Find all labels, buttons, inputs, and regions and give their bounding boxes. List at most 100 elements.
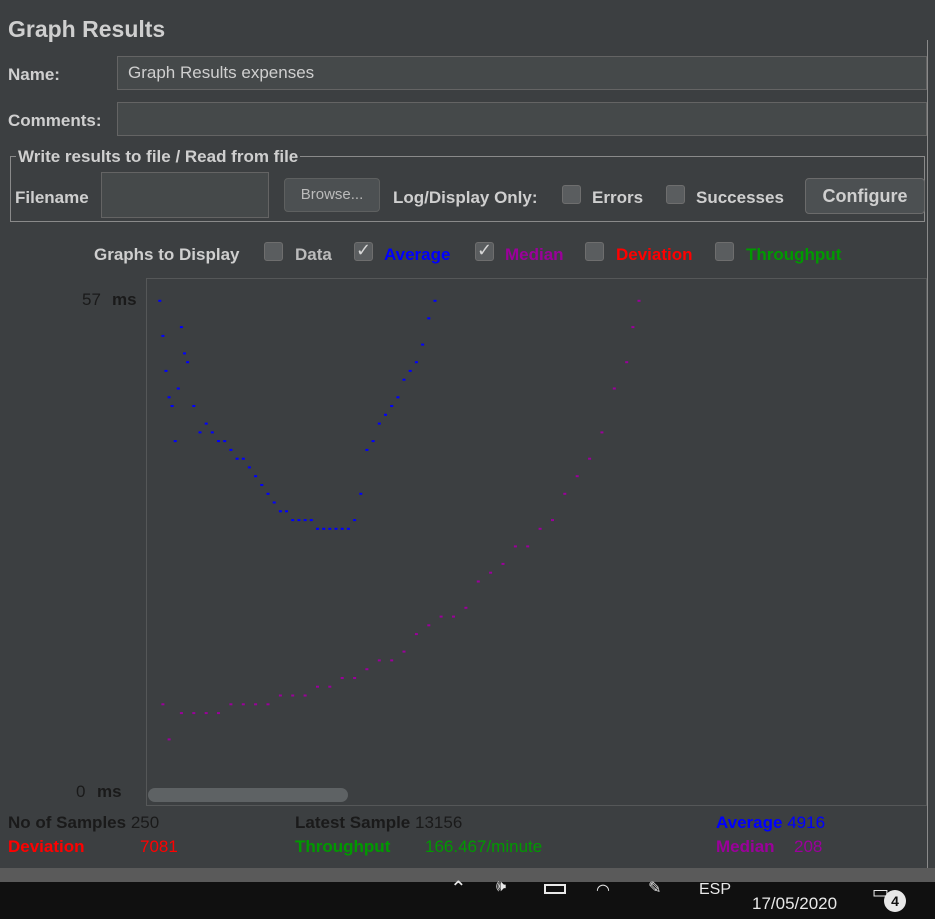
errors-label: Errors (592, 188, 644, 207)
speaker-icon[interactable]: 🕪 (496, 878, 506, 896)
chart-point-median-14 (328, 685, 332, 688)
battery-icon[interactable] (544, 884, 566, 894)
errors-checkbox[interactable] (562, 185, 581, 204)
chart-point-median-20 (402, 650, 406, 653)
comments-label: Comments: (8, 111, 102, 130)
throughput-checkbox[interactable] (715, 242, 734, 261)
chart-point-median-26 (476, 580, 480, 583)
chart-point-average-3 (167, 396, 171, 399)
chart-point-average-29 (309, 519, 313, 522)
chart-point-average-10 (192, 405, 196, 407)
language-indicator[interactable]: ESP (699, 881, 731, 899)
chart-point-median-33 (563, 492, 567, 495)
chart-point-average-32 (328, 527, 332, 530)
chart-point-average-7 (179, 326, 183, 329)
clock-date[interactable]: 17/05/2020 (752, 894, 837, 914)
deviation-legend-label: Deviation (616, 245, 693, 264)
chart-point-average-36 (353, 519, 357, 522)
average-legend-label: Average (384, 245, 451, 264)
chart-point-median-27 (489, 571, 493, 574)
chart-point-median-30 (526, 545, 530, 548)
chart-point-median-4 (204, 712, 208, 715)
chart-point-average-18 (241, 457, 245, 460)
samples-label: No of Samples (8, 813, 127, 832)
deviation-stat: Deviation 7081 (8, 837, 178, 857)
chart-point-average-48 (427, 317, 431, 320)
chart-point-median-1 (167, 738, 171, 741)
chart-point-average-13 (210, 431, 214, 434)
average-stat-label: Average (716, 813, 783, 832)
browse-button[interactable]: Browse... (284, 178, 380, 212)
chart-point-average-11 (198, 431, 202, 434)
samples-value: 250 (130, 813, 160, 832)
vertical-scrollbar[interactable] (927, 40, 935, 870)
chart-point-average-12 (204, 422, 208, 425)
comments-input[interactable] (117, 102, 927, 136)
median-checkbox[interactable]: ✓ (475, 241, 494, 261)
chart-point-median-10 (278, 694, 282, 697)
chart-point-median-3 (192, 712, 196, 715)
chart-point-median-36 (600, 431, 604, 434)
chart-point-average-47 (421, 343, 425, 346)
average-checkbox[interactable]: ✓ (354, 241, 373, 261)
chart-point-average-40 (377, 422, 381, 425)
chart-point-median-22 (427, 624, 431, 627)
chart-point-median-18 (377, 659, 381, 662)
chart-point-median-5 (217, 712, 220, 715)
chart-point-median-32 (551, 519, 554, 522)
chart-point-median-24 (452, 615, 455, 618)
successes-checkbox[interactable] (666, 185, 685, 204)
throughput-stat-label: Throughput (295, 837, 391, 856)
chart-point-median-25 (464, 606, 468, 609)
deviation-stat-value: 7081 (140, 837, 178, 856)
chart-point-median-15 (340, 677, 344, 679)
chart-point-average-31 (322, 527, 326, 530)
chart-point-median-23 (439, 615, 443, 618)
chart-point-average-39 (371, 440, 375, 443)
chart-point-average-44 (402, 378, 406, 381)
deviation-checkbox[interactable] (585, 242, 604, 261)
median-legend-label: Median (505, 245, 564, 264)
chart-point-average-16 (229, 448, 233, 451)
chart-point-median-38 (625, 361, 629, 364)
chart-point-median-8 (254, 703, 258, 706)
wifi-icon[interactable]: ◠ (596, 880, 610, 900)
filename-input[interactable] (101, 172, 269, 218)
chart-point-median-19 (390, 659, 394, 662)
y-min-value: 0 (76, 782, 86, 801)
file-group-title: Write results to file / Read from file (16, 147, 301, 167)
chart-point-average-14 (217, 440, 220, 443)
chart-point-median-37 (612, 387, 616, 390)
chart-point-median-9 (266, 703, 270, 706)
configure-button[interactable]: Configure (805, 178, 925, 214)
data-checkbox[interactable] (264, 242, 283, 261)
chart-point-average-9 (186, 361, 190, 364)
page-title: Graph Results (8, 16, 166, 42)
chart-point-median-0 (161, 703, 165, 706)
chart-point-average-43 (396, 396, 400, 399)
chart-point-average-8 (183, 352, 186, 355)
chart-point-average-34 (340, 527, 344, 530)
name-input[interactable]: Graph Results expenses (117, 56, 927, 90)
graph-plot-area (146, 278, 927, 806)
chart-point-average-1 (161, 334, 165, 337)
chart-point-median-31 (538, 527, 542, 530)
log-display-label: Log/Display Only: (393, 188, 538, 207)
pen-icon[interactable]: ✎ (648, 878, 661, 898)
average-stat-value: 4916 (787, 813, 826, 832)
chart-point-average-24 (278, 510, 282, 513)
horizontal-scrollbar-thumb[interactable] (148, 788, 348, 802)
median-stat-value: 208 (794, 837, 823, 856)
graph-svg (158, 299, 641, 741)
throughput-stat-value: 166.467/minute (425, 837, 543, 856)
chevron-up-icon[interactable]: ⌃ (450, 876, 467, 901)
chart-point-average-4 (170, 405, 174, 407)
chart-point-median-16 (353, 677, 357, 679)
chart-point-median-11 (291, 694, 295, 697)
chart-point-average-23 (272, 501, 276, 504)
chart-point-average-49 (433, 299, 437, 302)
chart-point-average-15 (223, 440, 227, 443)
chart-point-average-46 (414, 361, 418, 364)
chart-point-median-6 (229, 703, 233, 706)
successes-label: Successes (696, 188, 784, 207)
